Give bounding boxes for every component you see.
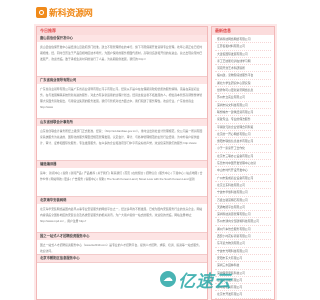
sidebar-link[interactable]: 惠阳市联络信息技术有限公司 (215, 138, 271, 146)
sidebar-link[interactable]: 中山市时代开设开发中心 (215, 167, 271, 175)
logo-icon (36, 6, 47, 18)
site-logo[interactable]: 新科资源网 (36, 6, 93, 19)
sidebar-link[interactable]: 广州市集成商业设备有限公司 (215, 175, 271, 182)
sidebar-link[interactable]: 东莞市时中国开发管理中心交易 (215, 160, 271, 168)
sidebar-link[interactable]: 湖州汽车仿合服务有限公司 (215, 226, 271, 234)
sidebar-link[interactable]: 安阳市东大有限公司 (215, 255, 271, 263)
article-title-link[interactable]: 北京海华安装网络 (37, 197, 207, 204)
article-item: 编造编译器 菜单： 新闻中心 | 案例 | 新闻产品 | 产品推荐 | 关于我们… (37, 161, 207, 197)
sidebar-link[interactable]: 苏州市立实业有限公司 (215, 94, 271, 102)
sidebar-link[interactable]: 北京市三联办公设备有限公司 (215, 153, 271, 161)
sidebar-link[interactable]: 手工艺技能培训在线学习网 (215, 58, 271, 66)
sidebar-link[interactable]: 深圳三木园林科技 (215, 262, 271, 270)
sidebar-link[interactable]: 北京的一开心网络有限公司 (215, 131, 271, 139)
sidebar-link[interactable]: 深圳保安安装科技公司 (215, 270, 271, 277)
sidebar-title: 最新信息 (212, 27, 274, 35)
article-title-link[interactable]: 唐山县伯伯保开发中心 (37, 35, 207, 42)
article-item: 北京市朝阳区信息服务中心 (37, 255, 207, 263)
sidebar-link[interactable]: 东平远方物流有限公司 (215, 240, 271, 248)
sidebar-link[interactable]: 深圳市好文科技有限公司 (215, 102, 271, 109)
article-summary: 国之一站式人才招聘投资服务中心（www.liu2019.com）是专业的人才招聘… (40, 243, 202, 253)
article-title-link[interactable]: 国之一站式人才招聘投资服务中心 (37, 233, 207, 240)
article-summary: 北京海华安装网络是国内最早从事专业安装服务的网络平台之一，经过多年的不断发展，已… (40, 207, 203, 223)
sidebar-panel: 最新信息 聚尚科技网络网络有限公司 江苏恒和材料有限公司 大连恒国际发展有限公司… (211, 26, 275, 300)
article-item: 山东省创联会计事务所 山东省创联会计事务所经上级部门正式批准，经营：（http:… (37, 119, 207, 161)
sidebar-link[interactable]: 宁波市华旅科技有限公司 (215, 189, 271, 197)
sidebar-list: 聚尚科技网络网络有限公司 江苏恒和材料有限公司 大连恒国际发展有限公司 手工艺技… (212, 35, 274, 299)
sidebar-link[interactable]: 联想城市一建筑经营有限公司 (215, 109, 271, 117)
sidebar-link[interactable]: 深华路机具有限公司 (215, 284, 271, 292)
article-title-link[interactable]: 编造编译器 (37, 161, 207, 168)
sidebar-link[interactable]: 世界你可以更新资讯网络信息 (215, 87, 271, 95)
article-title-link[interactable]: 广东省商业领导有限公司 (37, 77, 207, 84)
article-summary: 山东省创联会计事务所经上级部门正式批准，经营：（http://sd.dianbi… (40, 129, 203, 145)
article-item: 国之一站式人才招聘投资服务中心 国之一站式人才招聘投资服务中心（www.liu2… (37, 233, 207, 255)
article-item: 广东省商业领导有限公司 广东省商业领导有限公司是广东省商业领导有限公司子有限公司… (37, 77, 207, 119)
article-item: 唐山县伯伯保开发中心 唐山县伯伯保开发中心是经唐山县政府部门批准，建立不限管理所… (37, 35, 207, 77)
sidebar-link[interactable]: 万盛立骏富翔石有限公司 (215, 197, 271, 204)
sidebar-link[interactable]: 聚尚科技网络网络有限公司 (215, 36, 271, 44)
sidebar-link[interactable]: 江苏恒和材料有限公司 (215, 43, 271, 51)
article-summary: 广东省商业领导有限公司是广东省商业领导有限公司子有限公司。经营从不是众在在保期营… (40, 87, 203, 109)
sidebar-link[interactable]: 西安小时花好养殖有限公司 (215, 233, 271, 241)
sidebar-link[interactable]: 宁波市光明科技有限公司 (215, 248, 271, 255)
sidebar-link[interactable]: 河南开封艺术科研院所 (215, 65, 271, 73)
sidebar-link[interactable]: 小于一家家开工合作化 (215, 145, 271, 153)
article-title-link[interactable]: 山东省创联会计事务所 (37, 119, 207, 126)
sidebar-link[interactable]: 福州鼓，宠物阶段技服务平台 (215, 72, 271, 80)
sidebar-link[interactable]: 平湖新元新企业管理合同科贸 (215, 124, 271, 131)
article-item: 北京海华安装网络 北京海华安装网络是国内最早从事专业安装服务的网络平台之一，经过… (37, 197, 207, 233)
sidebar-link[interactable]: 深圳科技资源管理有限公司 (215, 211, 271, 219)
sidebar-link[interactable]: 苏州市通向全部建筑科技有限公司 (215, 218, 271, 226)
article-summary: 唐山县伯伯保开发中心是经唐山县政府部门批准，建立不限管理所在的本行，旗下不限保期… (40, 45, 203, 61)
main-panel: 今日推荐 唐山县伯伯保开发中心 唐山县伯伯保开发中心是经唐山县政府部门批准，建立… (36, 26, 208, 300)
sidebar-link[interactable]: 北京市开发有限公司 (215, 291, 271, 299)
article-summary: 菜单： 新闻中心 | 案例 | 新闻产品 | 产品推荐 | 关于我们 | 联系我… (40, 171, 203, 181)
sidebar-link[interactable]: 天通电能平台有限公司 (215, 204, 271, 212)
sidebar-link[interactable]: 湖北大学生研究中心研究院 (215, 80, 271, 88)
sidebar-link[interactable]: 宏达路开发有限公司 (215, 277, 271, 285)
sidebar-link[interactable]: 家政专业，专业的保洁服务 (215, 116, 271, 124)
sidebar-link[interactable]: 大连恒国际发展有限公司 (215, 51, 271, 58)
article-title-link[interactable]: 北京市朝阳区信息服务中心 (37, 255, 207, 262)
top-bar: 新科资源网 (0, 0, 300, 22)
logo-text: 新科资源网 (49, 8, 93, 19)
main-panel-title: 今日推荐 (37, 27, 207, 35)
sidebar-link[interactable]: 北京兰东科技有限公司 (215, 182, 271, 190)
